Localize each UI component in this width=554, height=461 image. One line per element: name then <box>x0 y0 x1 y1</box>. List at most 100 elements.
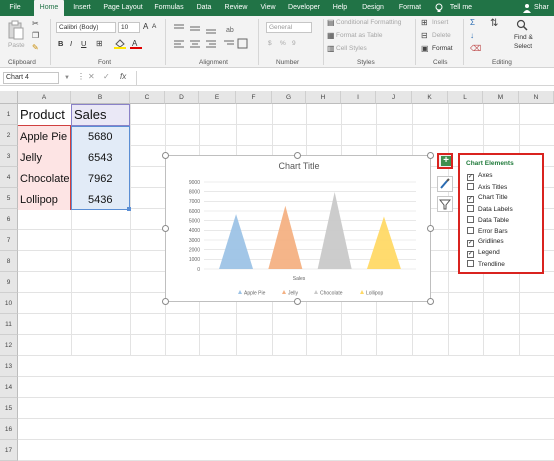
increase-font-button[interactable]: A <box>143 22 148 31</box>
column-header[interactable]: G <box>272 91 306 104</box>
sort-filter-icon[interactable]: ⇅ <box>490 19 498 29</box>
tab-home[interactable]: Home <box>34 0 64 16</box>
fill-icon[interactable]: ↓ <box>470 32 474 40</box>
chart-element-option[interactable]: Data Labels <box>467 205 513 215</box>
chart-elements-button[interactable]: + <box>437 153 453 169</box>
name-box[interactable]: Chart 4 <box>3 72 59 84</box>
tab-file[interactable]: File <box>2 0 28 16</box>
chart-resize-handle[interactable] <box>427 225 434 232</box>
bold-button[interactable]: B <box>58 39 63 48</box>
checkbox-unchecked[interactable] <box>467 183 474 190</box>
cancel-icon[interactable]: ✕ <box>88 72 95 81</box>
tell-me-search[interactable]: Tell me <box>446 0 476 16</box>
row-header[interactable]: 16 <box>0 419 18 440</box>
row-header[interactable]: 17 <box>0 440 18 461</box>
column-header[interactable]: M <box>483 91 519 104</box>
paste-icon[interactable] <box>8 20 24 40</box>
font-size-box[interactable]: 10 <box>118 22 140 33</box>
chart-element-option[interactable]: Error Bars <box>467 227 508 237</box>
copy-icon[interactable]: ❐ <box>32 32 39 40</box>
font-name-box[interactable]: Calibri (Body) <box>56 22 116 33</box>
chart-resize-handle[interactable] <box>294 152 301 159</box>
chart-element-option[interactable]: Data Table <box>467 216 509 226</box>
checkbox-checked[interactable]: ✓ <box>467 251 474 258</box>
column-header[interactable]: C <box>130 91 165 104</box>
insert-cells-button[interactable]: Insert <box>432 19 448 26</box>
share-button[interactable]: Shar <box>534 0 554 16</box>
cell-styles-button[interactable]: Cell Styles <box>336 45 367 52</box>
row-header[interactable]: 3 <box>0 146 18 167</box>
column-header[interactable]: A <box>18 91 71 104</box>
paste-button[interactable]: Paste <box>8 42 25 49</box>
column-header[interactable]: N <box>519 91 554 104</box>
row-header[interactable]: 2 <box>0 125 18 146</box>
row-header[interactable]: 6 <box>0 209 18 230</box>
row-header[interactable]: 10 <box>0 293 18 314</box>
chart-element-option[interactable]: ✓ Axes <box>467 172 492 182</box>
format-cells-button[interactable]: Format <box>432 45 453 52</box>
clear-icon[interactable]: ⌫ <box>470 45 481 53</box>
cut-icon[interactable]: ✂ <box>32 20 39 28</box>
decrease-font-button[interactable]: A <box>152 23 156 30</box>
chart-element-option[interactable]: ✓ Chart Title <box>467 194 508 204</box>
find-select-button-line2[interactable]: Select <box>514 43 532 50</box>
column-header[interactable]: K <box>412 91 448 104</box>
alignment-buttons[interactable]: ab <box>172 22 248 52</box>
tab-formulas[interactable]: Formulas <box>150 0 188 16</box>
number-format-box[interactable]: General <box>266 22 312 33</box>
format-painter-icon[interactable]: ✎ <box>32 44 39 52</box>
cell-sales[interactable]: 5680 <box>88 131 112 143</box>
row-header[interactable]: 11 <box>0 314 18 335</box>
tab-format[interactable]: Format <box>394 0 426 16</box>
find-select-button[interactable]: Find & <box>514 34 533 41</box>
cell-product[interactable]: Apple Pie <box>20 131 67 143</box>
column-header[interactable]: H <box>306 91 341 104</box>
italic-button[interactable]: I <box>70 39 72 48</box>
insert-function-button[interactable]: fx <box>120 72 126 81</box>
row-header[interactable]: 13 <box>0 356 18 377</box>
autosum-icon[interactable]: Σ <box>470 19 475 27</box>
tab-page-layout[interactable]: Page Layout <box>100 0 146 16</box>
column-header[interactable]: D <box>165 91 199 104</box>
row-header[interactable]: 1 <box>0 104 18 125</box>
row-header[interactable]: 5 <box>0 188 18 209</box>
cell-product[interactable]: Lollipop <box>20 194 58 206</box>
column-header[interactable]: F <box>236 91 272 104</box>
formula-input[interactable] <box>136 71 554 85</box>
percent-button[interactable]: % <box>280 40 286 47</box>
chart-resize-handle[interactable] <box>162 152 169 159</box>
checkbox-checked[interactable]: ✓ <box>467 240 474 247</box>
row-header[interactable]: 4 <box>0 167 18 188</box>
tab-design[interactable]: Design <box>358 0 388 16</box>
cell-product[interactable]: Chocolate <box>20 173 70 185</box>
tab-developer[interactable]: Developer <box>284 0 324 16</box>
column-header[interactable]: I <box>341 91 376 104</box>
format-as-table-button[interactable]: Format as Table <box>336 32 382 39</box>
delete-cells-button[interactable]: Delete <box>432 32 451 39</box>
tab-review[interactable]: Review <box>220 0 252 16</box>
cell-sales[interactable]: 5436 <box>88 194 112 206</box>
conditional-formatting-button[interactable]: Conditional Formatting <box>336 19 401 26</box>
checkbox-checked[interactable]: ✓ <box>467 196 474 203</box>
underline-button[interactable]: U <box>81 39 86 48</box>
chart-area[interactable]: Chart Title 9000 8000 7000 6000 5000 4000 3000… <box>165 155 431 302</box>
column-header[interactable]: B <box>71 91 130 104</box>
cell-product[interactable]: Jelly <box>20 152 42 164</box>
row-header[interactable]: 7 <box>0 230 18 251</box>
row-header[interactable]: 15 <box>0 398 18 419</box>
column-header[interactable]: J <box>376 91 412 104</box>
tab-insert[interactable]: Insert <box>68 0 96 16</box>
row-header[interactable]: 12 <box>0 335 18 356</box>
chart-element-option[interactable]: ✓ Gridlines <box>467 238 504 248</box>
borders-icon[interactable]: ⊞ <box>96 40 103 48</box>
checkbox-unchecked[interactable] <box>467 205 474 212</box>
font-color-icon[interactable]: A <box>130 38 142 50</box>
row-header[interactable]: 14 <box>0 377 18 398</box>
enter-icon[interactable]: ✓ <box>103 72 110 81</box>
fill-color-icon[interactable] <box>114 39 126 49</box>
chart-element-option[interactable]: Trendline <box>467 260 505 270</box>
checkbox-unchecked[interactable] <box>467 216 474 223</box>
chart-resize-handle[interactable] <box>427 298 434 305</box>
select-all-corner[interactable] <box>0 91 18 104</box>
checkbox-checked[interactable]: ✓ <box>467 174 474 181</box>
